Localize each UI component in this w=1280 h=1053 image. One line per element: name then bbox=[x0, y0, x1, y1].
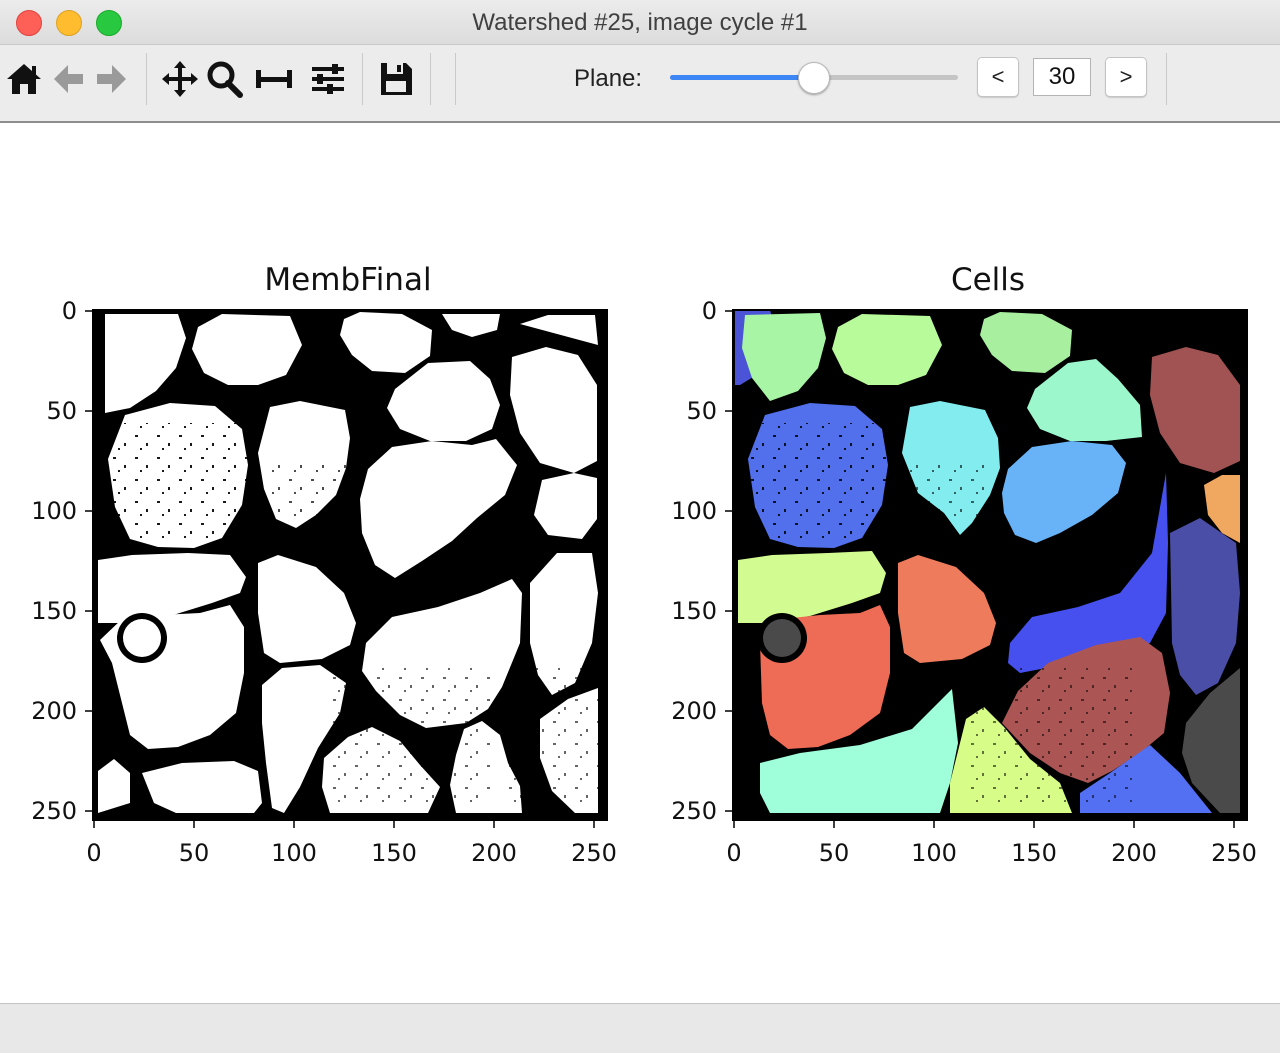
y-tick-label: 150 bbox=[671, 597, 717, 625]
configure-icon[interactable] bbox=[308, 59, 348, 99]
cells-y-axis: 0 50 100 150 200 250 bbox=[671, 297, 733, 825]
y-tick: 50 bbox=[46, 397, 93, 425]
toolbar-separator bbox=[455, 53, 456, 105]
y-tick: 100 bbox=[671, 497, 733, 525]
x-tick: 150 bbox=[1011, 820, 1057, 867]
x-tick-label: 250 bbox=[571, 839, 617, 867]
x-tick: 0 bbox=[86, 820, 102, 867]
zoom-icon[interactable] bbox=[204, 59, 244, 99]
y-tick-label: 150 bbox=[31, 597, 77, 625]
x-tick: 250 bbox=[1211, 820, 1257, 867]
y-tick: 250 bbox=[671, 797, 733, 825]
y-tick-label: 200 bbox=[671, 697, 717, 725]
cell-region bbox=[832, 314, 942, 385]
x-tick: 250 bbox=[571, 820, 617, 867]
y-tick: 0 bbox=[702, 297, 733, 325]
y-tick-label: 0 bbox=[702, 297, 717, 325]
plane-slider-thumb[interactable] bbox=[798, 62, 830, 94]
figure-canvas[interactable]: MembFinal 0 50 100 150 200 250 0 50 100 … bbox=[0, 123, 1280, 1003]
y-tick-label: 250 bbox=[671, 797, 717, 825]
toolbar-separator bbox=[362, 53, 363, 105]
x-tick-label: 200 bbox=[1111, 839, 1157, 867]
cells-image bbox=[732, 309, 1248, 821]
x-tick: 0 bbox=[726, 820, 742, 867]
x-tick: 100 bbox=[911, 820, 957, 867]
y-tick-label: 100 bbox=[671, 497, 717, 525]
forward-arrow-icon[interactable] bbox=[92, 59, 132, 99]
figure-svg: MembFinal 0 50 100 150 200 250 0 50 100 … bbox=[31, 262, 1257, 867]
previous-plane-button[interactable]: < bbox=[977, 57, 1019, 97]
y-tick: 150 bbox=[671, 597, 733, 625]
y-tick: 200 bbox=[31, 697, 93, 725]
y-tick-label: 50 bbox=[686, 397, 717, 425]
panel-title: MembFinal bbox=[264, 262, 431, 298]
status-bar bbox=[0, 1003, 1280, 1053]
x-tick: 200 bbox=[1111, 820, 1157, 867]
plane-slider[interactable] bbox=[670, 62, 958, 94]
x-tick-label: 150 bbox=[1011, 839, 1057, 867]
x-tick-label: 0 bbox=[726, 839, 741, 867]
y-tick: 150 bbox=[31, 597, 93, 625]
pan-icon[interactable] bbox=[160, 59, 200, 99]
toolbar: Plane: < 30 > bbox=[0, 45, 1280, 123]
y-tick-label: 200 bbox=[31, 697, 77, 725]
x-tick-label: 100 bbox=[911, 839, 957, 867]
x-tick: 150 bbox=[371, 820, 417, 867]
home-icon[interactable] bbox=[4, 59, 44, 99]
membfinal-y-axis: 0 50 100 150 200 250 bbox=[31, 297, 93, 825]
plane-label: Plane: bbox=[574, 65, 643, 92]
window-title: Watershed #25, image cycle #1 bbox=[472, 9, 808, 36]
toolbar-separator bbox=[430, 53, 431, 105]
toolbar-separator bbox=[146, 53, 147, 105]
x-tick-label: 0 bbox=[86, 839, 101, 867]
x-tick-label: 50 bbox=[179, 839, 210, 867]
title-bar: Watershed #25, image cycle #1 bbox=[0, 0, 1280, 45]
back-arrow-icon[interactable] bbox=[48, 59, 88, 99]
y-tick-label: 250 bbox=[31, 797, 77, 825]
y-tick: 50 bbox=[686, 397, 733, 425]
toolbar-separator bbox=[1166, 53, 1167, 105]
next-plane-button[interactable]: > bbox=[1105, 57, 1147, 97]
x-tick: 50 bbox=[179, 820, 210, 867]
x-tick: 200 bbox=[471, 820, 517, 867]
membfinal-x-axis: 0 50 100 150 200 250 bbox=[86, 820, 617, 867]
x-tick-label: 100 bbox=[271, 839, 317, 867]
panel-title: Cells bbox=[951, 262, 1025, 298]
y-tick-label: 50 bbox=[46, 397, 77, 425]
plane-slider-fill bbox=[670, 75, 814, 80]
x-tick: 100 bbox=[271, 820, 317, 867]
x-tick-label: 200 bbox=[471, 839, 517, 867]
x-tick-label: 250 bbox=[1211, 839, 1257, 867]
save-icon[interactable] bbox=[376, 59, 416, 99]
x-tick: 50 bbox=[819, 820, 850, 867]
y-tick: 250 bbox=[31, 797, 93, 825]
y-tick: 100 bbox=[31, 497, 93, 525]
y-tick: 200 bbox=[671, 697, 733, 725]
cells-x-axis: 0 50 100 150 200 250 bbox=[726, 820, 1257, 867]
x-tick-label: 150 bbox=[371, 839, 417, 867]
subplots-icon[interactable] bbox=[254, 59, 294, 99]
membfinal-image bbox=[92, 309, 608, 821]
y-tick-label: 0 bbox=[62, 297, 77, 325]
y-tick-label: 100 bbox=[31, 497, 77, 525]
plane-number-field[interactable]: 30 bbox=[1033, 58, 1091, 96]
y-tick: 0 bbox=[62, 297, 93, 325]
x-tick-label: 50 bbox=[819, 839, 850, 867]
